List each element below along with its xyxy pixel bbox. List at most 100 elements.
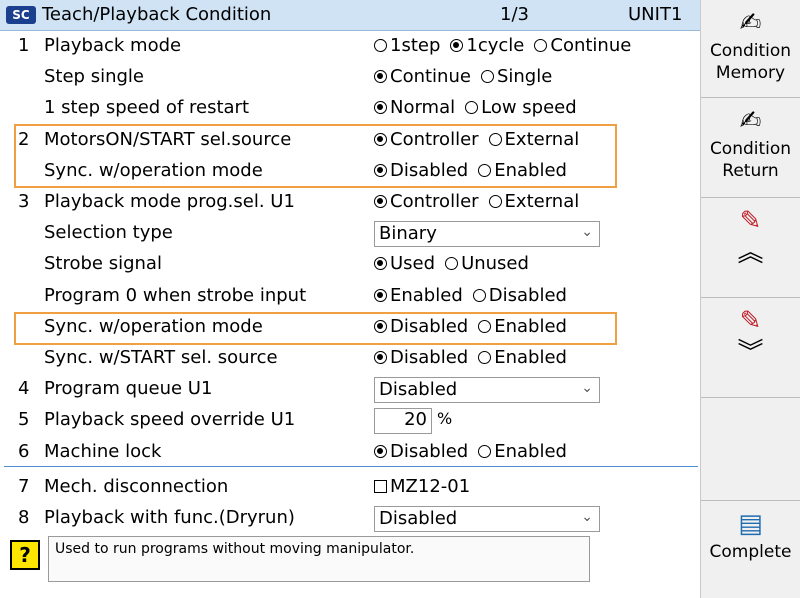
radio-unselected-icon[interactable] — [488, 195, 502, 208]
radio-unselected-icon[interactable] — [374, 39, 387, 52]
radio-option[interactable]: Disabled — [472, 285, 567, 306]
radio-option[interactable]: 1cycle — [450, 35, 524, 56]
dropdown-select[interactable]: Binary ⌄ — [374, 221, 600, 248]
radio-option[interactable]: Disabled — [374, 316, 468, 337]
radio-option-label: Disabled — [390, 315, 469, 337]
page-indicator: 1/3 — [500, 4, 529, 25]
condition-return-line2: Return — [722, 161, 779, 181]
condition-return-line1: Condition — [709, 139, 792, 159]
radio-selected-icon[interactable] — [374, 132, 387, 146]
setting-label: MotorsON/START sel.source — [44, 128, 292, 150]
complete-button[interactable]: ▤ Complete — [701, 500, 800, 598]
radio-option[interactable]: Disabled — [374, 347, 468, 368]
radio-option[interactable]: Disabled — [374, 160, 468, 181]
checkbox-item[interactable]: MZ12-01 — [374, 476, 470, 497]
dropdown-select[interactable]: Disabled ⌄ — [374, 506, 600, 532]
radio-option[interactable]: Enabled — [478, 160, 567, 181]
chevron-down-icon[interactable]: ⌄ — [581, 380, 593, 396]
radio-option[interactable]: External — [488, 191, 579, 212]
radio-option[interactable]: External — [488, 129, 579, 150]
radio-option[interactable]: Continue — [534, 35, 631, 56]
radio-option[interactable]: Normal — [374, 97, 455, 118]
percent-unit-label: % — [437, 409, 453, 429]
radio-option[interactable]: Enabled — [478, 347, 567, 368]
radio-selected-icon[interactable] — [374, 351, 387, 364]
page-down-button[interactable]: ✎ ︾ — [701, 298, 800, 398]
setting-label: 1 step speed of restart — [44, 97, 250, 119]
setting-row: 1 Playback mode 1step 1cycle Continue — [0, 31, 700, 62]
setting-row: 6 Machine lock Disabled Enabled — [0, 437, 700, 468]
setting-label: Program queue U1 — [44, 378, 213, 400]
radio-option-label: Controller — [390, 191, 479, 212]
setting-number: 8 — [18, 507, 30, 528]
setting-number: 4 — [18, 378, 30, 400]
chevron-down-icon[interactable]: ⌄ — [581, 509, 593, 525]
dropdown-value: Binary — [379, 223, 437, 245]
radio-option-label: 1cycle — [466, 35, 525, 56]
radio-option-label: Enabled — [390, 284, 463, 306]
radio-option[interactable]: Low speed — [465, 97, 577, 118]
condition-return-button[interactable]: ✍ Condition Return — [701, 98, 800, 198]
radio-option[interactable]: Enabled — [478, 441, 567, 462]
radio-unselected-icon[interactable] — [465, 101, 479, 115]
folder-icon: ▤ — [738, 509, 763, 539]
radio-option[interactable]: Controller — [374, 129, 479, 150]
radio-option[interactable]: Single — [480, 66, 552, 87]
radio-unselected-icon[interactable] — [478, 319, 492, 333]
radio-option[interactable]: Controller — [374, 191, 479, 212]
setting-row: 3 Playback mode prog.sel. U1 Controller Ext… — [0, 187, 700, 218]
radio-option[interactable]: Enabled — [374, 285, 463, 306]
checkbox-icon[interactable] — [374, 479, 387, 493]
radio-unselected-icon[interactable] — [488, 132, 502, 146]
radio-selected-icon[interactable] — [374, 288, 387, 302]
radio-selected-icon[interactable] — [450, 39, 464, 52]
setting-number: 6 — [18, 440, 30, 462]
radio-selected-icon[interactable] — [374, 257, 387, 271]
radio-selected-icon[interactable] — [374, 101, 387, 115]
condition-memory-button[interactable]: ✍ Condition Memory — [701, 0, 800, 98]
radio-unselected-icon[interactable] — [534, 39, 548, 52]
setting-row: Program 0 when strobe input Enabled Disabl… — [0, 281, 700, 312]
radio-option-label: Disabled — [390, 347, 469, 368]
radio-unselected-icon[interactable] — [478, 444, 492, 458]
setting-label: Sync. w/operation mode — [44, 315, 263, 337]
radio-unselected-icon[interactable] — [480, 70, 494, 84]
radio-group: Disabled Enabled — [374, 160, 577, 181]
book-down-icon: ✎ — [739, 306, 762, 336]
radio-selected-icon[interactable] — [374, 163, 387, 177]
help-area: ? Used to run programs without moving ma… — [6, 536, 596, 586]
setting-row: Step single Continue Single — [0, 62, 700, 93]
setting-row: 2 MotorsON/START sel.source Controller Exte… — [0, 125, 700, 156]
radio-group: 1step 1cycle Continue — [374, 35, 641, 56]
radio-option[interactable]: Enabled — [478, 316, 567, 337]
speed-override-input[interactable]: 20 — [374, 408, 432, 435]
settings-panel: SC Teach/Playback Condition 1/3 UNIT1 1P… — [0, 0, 700, 598]
radio-selected-icon[interactable] — [374, 70, 387, 84]
radio-option[interactable]: Used — [374, 253, 435, 274]
title-bar: SC Teach/Playback Condition 1/3 UNIT1 — [0, 0, 700, 31]
radio-option[interactable]: Disabled — [374, 441, 468, 462]
radio-option[interactable]: 1step — [374, 35, 440, 56]
radio-group: Controller External — [374, 129, 589, 150]
radio-selected-icon[interactable] — [374, 444, 387, 458]
radio-unselected-icon[interactable] — [472, 288, 486, 302]
setting-label: Playback mode — [44, 35, 182, 56]
setting-number: 1 — [18, 35, 30, 56]
setting-label: Playback with func.(Dryrun) — [44, 507, 295, 528]
radio-unselected-icon[interactable] — [478, 351, 492, 364]
chevron-down-icon[interactable]: ⌄ — [581, 224, 593, 240]
setting-row: Sync. w/START sel. source Disabled Enabled — [0, 343, 700, 374]
radio-selected-icon[interactable] — [374, 195, 387, 208]
radio-selected-icon[interactable] — [374, 319, 387, 333]
radio-option-label: Enabled — [494, 440, 567, 462]
radio-option[interactable]: Continue — [374, 66, 471, 87]
radio-unselected-icon[interactable] — [445, 257, 459, 271]
side-toolbar: ✍ Condition Memory ✍ Condition Return ✎ … — [700, 0, 800, 598]
dropdown-select[interactable]: Disabled ⌄ — [374, 377, 600, 404]
radio-option[interactable]: Unused — [445, 253, 529, 274]
radio-unselected-icon[interactable] — [478, 163, 492, 177]
setting-number: 7 — [18, 475, 30, 497]
radio-option-label: Unused — [461, 253, 529, 275]
book-up-icon: ✎ — [739, 206, 762, 236]
page-up-button[interactable]: ✎ ︽ — [701, 198, 800, 298]
